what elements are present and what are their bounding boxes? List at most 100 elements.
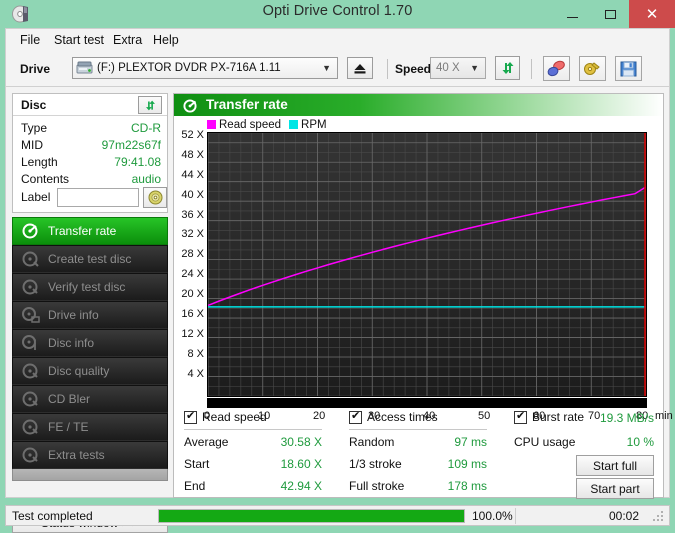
y-tick-label: 24 X [181, 268, 204, 280]
access-times-checkbox[interactable] [349, 411, 362, 424]
create-disc-icon [22, 250, 40, 268]
access-times-checkbox-row[interactable]: Access times [349, 410, 438, 424]
maximize-button[interactable] [591, 0, 629, 28]
burst-rate-value-row: 19.3 MB/s [514, 411, 654, 426]
sidebar-item-disc-info[interactable]: Disc info [12, 329, 168, 357]
read-speed-checkbox[interactable] [184, 411, 197, 424]
drive-toolbar: Drive (F:) PLEXTOR DVDR PX-716A 1.11 ▼ [6, 51, 669, 87]
drive-select[interactable]: (F:) PLEXTOR DVDR PX-716A 1.11 ▼ [72, 57, 338, 79]
disc-value: CD-R [131, 121, 161, 135]
stat-value: 10 % [627, 435, 654, 449]
drive-label: Drive [20, 62, 50, 76]
start-full-button[interactable]: Start full [576, 455, 654, 476]
legend-swatch-rpm [289, 120, 298, 129]
y-axis-labels: 52 X 48 X 44 X 40 X 36 X 32 X 28 X 24 X … [174, 132, 206, 410]
stat-key: CPU usage [514, 435, 575, 449]
sidebar-item-label: Disc quality [48, 364, 109, 378]
stat-row-full-stroke: Full stroke 178 ms [349, 479, 487, 494]
read-speed-checkbox-row[interactable]: Read speed [184, 410, 267, 424]
progress-percent: 100.0% [472, 509, 513, 523]
progress-fill [159, 510, 464, 522]
menu-item-start-test[interactable]: Start test [50, 32, 108, 48]
stat-key: Average [184, 435, 228, 449]
sidebar-item-fe-te[interactable]: FE / TE [12, 413, 168, 441]
y-tick-label: 52 X [181, 129, 204, 141]
burst-rate-value: 19.3 MB/s [600, 411, 654, 425]
legend-label-read-speed: Read speed [219, 119, 281, 131]
start-part-button[interactable]: Start part [576, 478, 654, 499]
fe-te-icon [22, 418, 40, 436]
sidebar-item-drive-info[interactable]: Drive info [12, 301, 168, 329]
menu-bar: File Start test Extra Help [6, 29, 669, 51]
legend-label-rpm: RPM [301, 119, 327, 131]
title-bar: Opti Drive Control 1.70 ✕ [0, 0, 675, 28]
erase-button[interactable] [543, 56, 570, 81]
sidebar-item-cd-bler[interactable]: CD Bler [12, 385, 168, 413]
sidebar-item-disc-quality[interactable]: Disc quality [12, 357, 168, 385]
disc-info-icon [22, 334, 40, 352]
sidebar-item-label: Disc info [48, 336, 94, 350]
speed-select[interactable]: 40 X ▼ [430, 57, 486, 79]
erase-icon [547, 60, 566, 77]
disc-refresh-button[interactable] [138, 96, 162, 114]
menu-item-extra[interactable]: Extra [109, 32, 146, 48]
y-tick-label: 32 X [181, 228, 204, 240]
stat-key: End [184, 479, 205, 493]
sidebar-item-label: Verify test disc [48, 280, 125, 294]
drive-value: (F:) PLEXTOR DVDR PX-716A 1.11 [97, 62, 281, 74]
disc-label-pick-button[interactable] [143, 187, 167, 208]
close-button[interactable]: ✕ [629, 0, 675, 28]
transfer-rate-icon [183, 98, 199, 114]
app-window: Opti Drive Control 1.70 ✕ File Start tes… [0, 0, 675, 531]
sidebar-item-create-test-disc[interactable]: Create test disc [12, 245, 168, 273]
sidebar-item-verify-test-disc[interactable]: Verify test disc [12, 273, 168, 301]
speed-label: Speed [395, 62, 431, 76]
stat-value: 30.58 X [281, 435, 322, 449]
stat-key: Random [349, 435, 394, 449]
drive-info-icon [22, 306, 40, 324]
stats-area: Read speed Average 30.58 X Start 18.60 X… [174, 410, 663, 498]
window-controls: ✕ [553, 0, 675, 28]
chart-legend: Read speed RPM [207, 118, 327, 131]
close-icon: ✕ [646, 5, 659, 23]
disc-label-input[interactable] [57, 188, 139, 207]
transfer-rate-icon [22, 222, 40, 240]
disc-panel-header: Disc [13, 94, 167, 116]
stat-value: 178 ms [448, 479, 487, 493]
disc-value: 97m22s67f [102, 138, 161, 152]
stat-row-end: End 42.94 X [184, 479, 322, 494]
chevron-down-icon: ▼ [470, 63, 479, 73]
y-tick-label: 20 X [181, 288, 204, 300]
y-tick-label: 44 X [181, 169, 204, 181]
disc-key: MID [21, 138, 43, 152]
disc-key: Type [21, 121, 47, 135]
stat-row-third-stroke: 1/3 stroke 109 ms [349, 457, 487, 472]
stat-row-start: Start 18.60 X [184, 457, 322, 472]
panel-title: Transfer rate [206, 97, 288, 112]
y-tick-label: 8 X [187, 348, 204, 360]
disc-label-key: Label [21, 190, 50, 204]
stat-value: 42.94 X [281, 479, 322, 493]
progress-bar [158, 509, 465, 523]
stat-row-average: Average 30.58 X [184, 435, 322, 450]
eject-button[interactable] [347, 57, 373, 79]
disc-row-mid: MID 97m22s67f [21, 138, 161, 154]
stat-key: 1/3 stroke [349, 457, 402, 471]
speed-value: 40 X [436, 62, 460, 74]
save-button[interactable] [615, 56, 642, 81]
refresh-speed-button[interactable] [495, 56, 520, 80]
stat-row-cpu-usage: CPU usage 10 % [514, 435, 654, 450]
resize-grip[interactable] [653, 511, 664, 522]
menu-item-file[interactable]: File [16, 32, 44, 48]
sidebar-item-transfer-rate[interactable]: Transfer rate [12, 217, 168, 245]
menu-item-help[interactable]: Help [149, 32, 183, 48]
chart-svg [208, 133, 646, 396]
sidebar-item-label: CD Bler [48, 392, 90, 406]
stat-key: Start [184, 457, 209, 471]
read-speed-divider [184, 429, 322, 430]
disc-info-panel: Disc Type CD-R MID 97m22s67f Length 79:4… [12, 93, 168, 213]
save-floppy-icon [620, 61, 637, 77]
sidebar-item-extra-tests[interactable]: Extra tests [12, 441, 168, 469]
disc-tools-button[interactable] [579, 56, 606, 81]
minimize-button[interactable] [553, 0, 591, 28]
